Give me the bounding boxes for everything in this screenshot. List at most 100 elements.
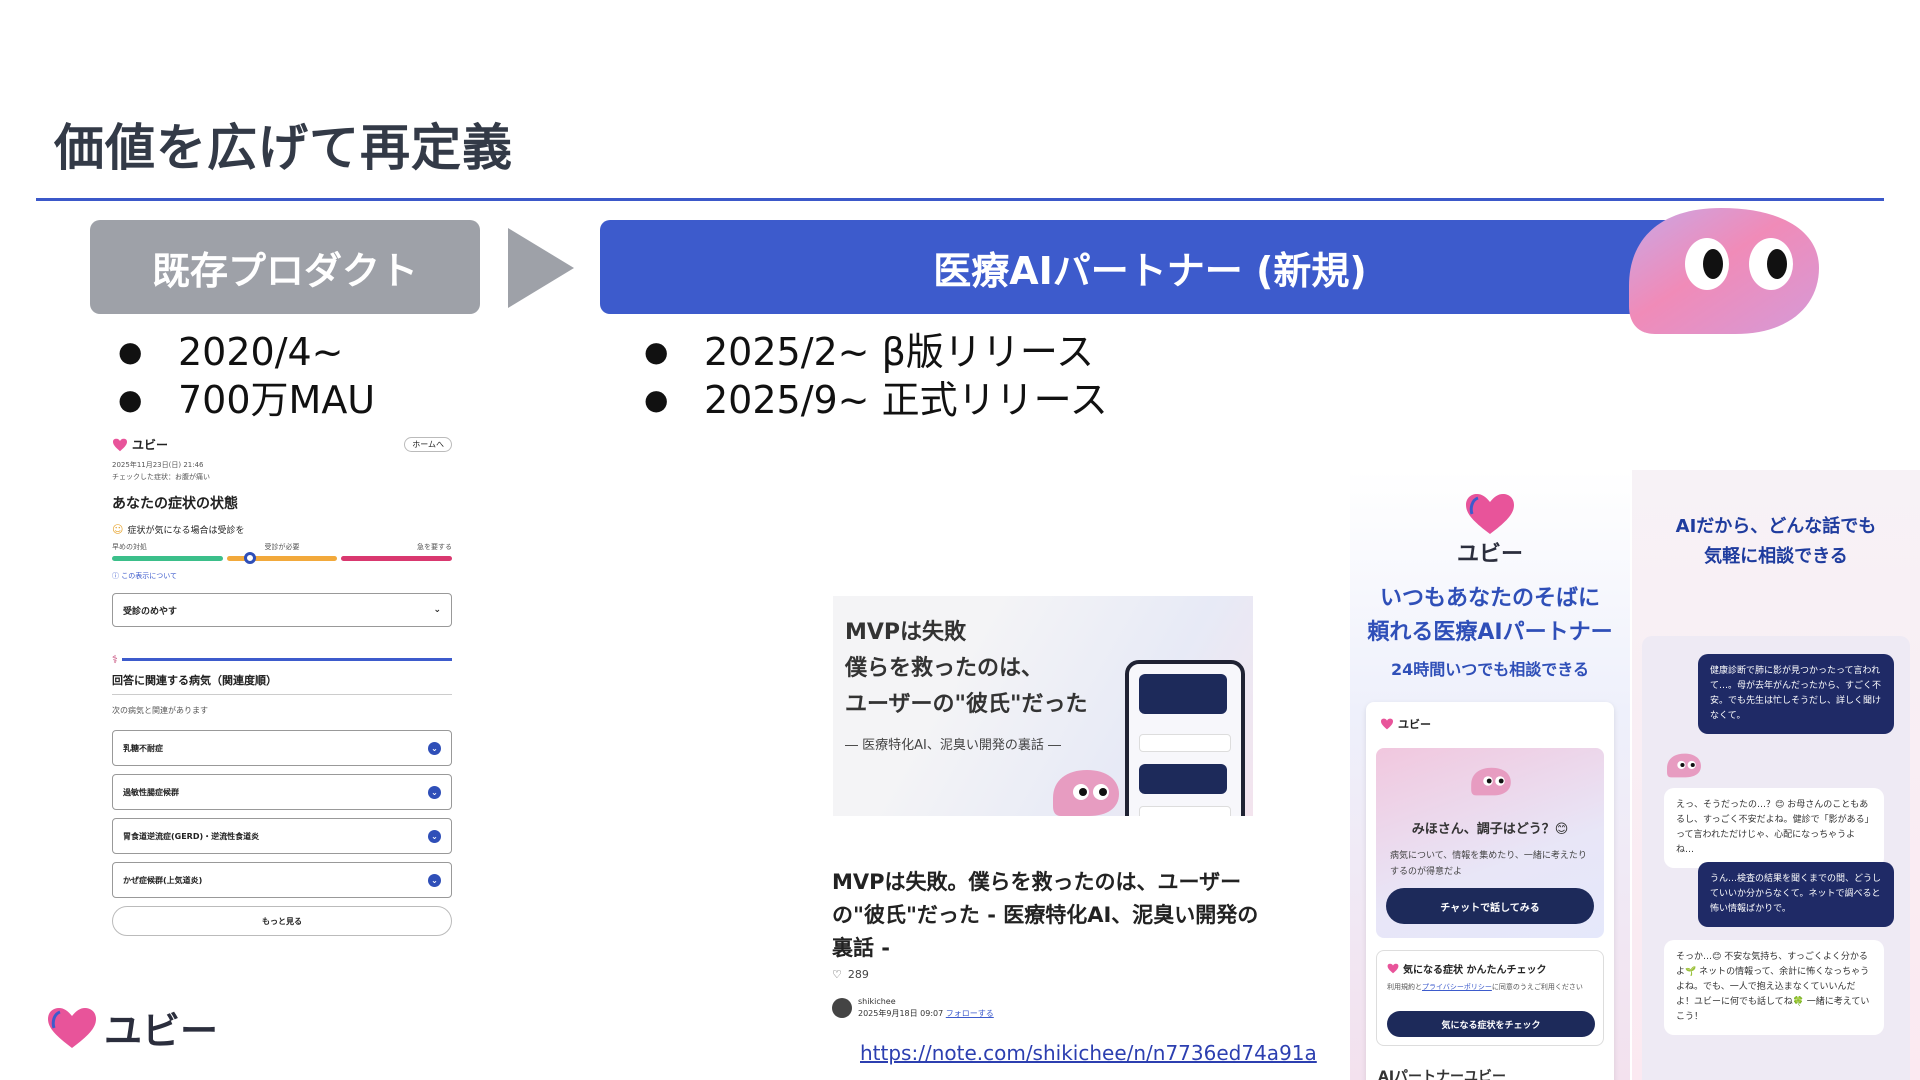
expand-icon: ⌄	[428, 829, 441, 843]
avatar[interactable]	[832, 998, 852, 1018]
related-diseases-title: 回答に関連する病気（関連度順）	[112, 672, 452, 695]
expand-icon: ⌄	[428, 785, 441, 799]
article-author: shikichee 2025年9月18日 09:07 フォローする	[832, 996, 994, 1020]
like-count: 289	[847, 968, 869, 981]
card-brand: ユビー	[1380, 716, 1431, 732]
ubie-mascot-icon	[1629, 208, 1819, 334]
existing-bullets: 2020/4~ 700万MAU	[118, 328, 375, 424]
thumbnail-line: MVPは失敗	[845, 620, 967, 645]
expand-icon: ⌄	[428, 741, 441, 755]
ubie-mascot-icon	[1053, 770, 1119, 816]
chat-bubble	[1139, 806, 1231, 816]
scale-label-early: 早めの対処	[112, 543, 147, 551]
home-button[interactable]: ホームへ	[404, 437, 452, 452]
disease-item[interactable]: 胃食道逆流症(GERD)・逆流性食道炎 ⌄	[112, 818, 452, 854]
promo-brand: ユビー	[1350, 492, 1630, 568]
severity-scale-labels: 早めの対処 受診が必要 急を要する	[112, 542, 452, 552]
about-display-link[interactable]: この表示について	[121, 572, 177, 580]
heart-logo-icon	[48, 1007, 96, 1048]
show-more-button[interactable]: もっと見る	[112, 906, 452, 936]
checked-symptom: チェックした症状：お腹が痛い	[112, 473, 210, 481]
disease-list: 乳糖不耐症 ⌄ 過敏性腸症候群 ⌄ 胃食道逆流症(GERD)・逆流性食道炎 ⌄ かぜ症…	[112, 730, 452, 898]
publish-date: 2025年9月18日 09:07	[858, 1009, 944, 1018]
expand-icon: ⌄	[428, 873, 441, 887]
arrow-right-icon	[508, 228, 574, 308]
visit-guide-dropdown[interactable]: 受診のめやす ⌄	[112, 593, 452, 627]
chat-message-ai: そっか…😊 不安な気持ち、すっごくよく分かるよ🌱 ネットの情報って、余計に怖くな…	[1664, 940, 1884, 1035]
thumbnail-phone	[1125, 660, 1245, 816]
thumbnail-line: ユーザーの"彼氏"だった	[845, 692, 1088, 717]
bullet-mau: 700万MAU	[118, 376, 375, 424]
heart-logo-icon	[1466, 494, 1514, 534]
brand-name: ユビー	[1456, 542, 1523, 567]
symptom-check-title: 気になる症状 かんたんチェック	[1403, 965, 1547, 976]
ubie-logo: ユビー	[46, 1000, 218, 1055]
check-date: 2025年11月23日(日) 21:46	[112, 461, 204, 469]
section-progress-line	[121, 658, 452, 661]
disease-item[interactable]: 過敏性腸症候群 ⌄	[112, 774, 452, 810]
ubie-brand: ユビー	[112, 436, 168, 453]
greeting-card: みほさん、調子はどう？😊 病気について、情報を集めたり、一緒に考えたりするのが得…	[1376, 748, 1604, 938]
slide-title: 価値を広げて再定義	[54, 119, 513, 177]
thumbnail-subtitle: ― 医療特化AI、泥臭い開発の裏話 ―	[845, 738, 1061, 753]
title-divider	[36, 198, 1884, 201]
chat-headline-line: 気軽に相談できる	[1704, 546, 1848, 567]
chat-message-user: 健康診断で肺に影が見つかったって言われて…。母が去年がんだったから、すごく不安。…	[1698, 654, 1894, 734]
advice-text: 症状が気になる場合は受診を	[127, 526, 245, 536]
chat-headline-line: AIだから、どんな話でも	[1675, 516, 1877, 537]
bullet-official-release: 2025/9~ 正式リリース	[644, 376, 1108, 424]
heart-logo-icon	[1381, 718, 1393, 730]
disease-item[interactable]: かぜ症候群(上気道炎) ⌄	[112, 862, 452, 898]
disease-item[interactable]: 乳糖不耐症 ⌄	[112, 730, 452, 766]
chat-bubble	[1139, 734, 1231, 752]
bullet-beta-release: 2025/2~ β版リリース	[644, 328, 1108, 376]
related-diseases-subtitle: 次の病気と関連があります	[112, 706, 208, 715]
existing-product-label: 既存プロダクト	[90, 220, 480, 314]
symptom-check-card: 気になる症状 かんたんチェック 利用規約とプライバシーポリシーに同意のうえご利用…	[1376, 950, 1604, 1046]
promo-subheadline: 24時間いつでも相談できる	[1391, 660, 1589, 679]
brand-name: ユビー	[1398, 718, 1431, 731]
article-url-link[interactable]: https://note.com/shikichee/n/n7736ed74a9…	[860, 1041, 1317, 1065]
bullet-launch-date: 2020/4~	[118, 328, 375, 376]
chat-promo-panel: AIだから、どんな話でも 気軽に相談できる 健康診断で肺に影が見つかったって言わ…	[1632, 470, 1920, 1080]
app-home-card: ユビー みほさん、調子はどう？😊 病気について、情報を集めたり、一緒に考えたりす…	[1366, 702, 1614, 1080]
chat-message-ai: えっ、そうだったの…？😊 お母さんのこともあるし、すっごく不安だよね。健診で「影…	[1664, 788, 1884, 868]
app-promo-panel: ユビー いつもあなたのそばに 頼れる医療AIパートナー 24時間いつでも相談でき…	[1350, 470, 1630, 1080]
heart-logo-icon	[1387, 963, 1399, 974]
symptom-check-screenshot: ユビー ホームへ 2025年11月23日(日) 21:46 チェックした症状：お…	[112, 436, 453, 956]
symptom-status-heading: あなたの症状の状態	[112, 496, 238, 512]
article-thumbnail[interactable]: MVPは失敗 僕らを救ったのは、 ユーザーの"彼氏"だった ― 医療特化AI、泥…	[833, 596, 1253, 816]
privacy-policy-link[interactable]: プライバシーポリシー	[1422, 983, 1492, 991]
check-symptom-button[interactable]: 気になる症状をチェック	[1387, 1011, 1595, 1037]
brand-name: ユビー	[104, 1009, 219, 1053]
ubie-mascot-icon	[1471, 767, 1511, 796]
heart-logo-icon	[113, 438, 127, 451]
thumbnail-line: 僕らを救ったのは、	[845, 656, 1044, 681]
promo-headline-line: いつもあなたのそばに	[1379, 586, 1600, 611]
stethoscope-icon: ⚕	[112, 653, 118, 666]
greeting-text: みほさん、調子はどう？😊	[1411, 822, 1569, 837]
chevron-down-icon: ⌄	[433, 605, 441, 615]
article-title[interactable]: MVPは失敗。僕らを救ったのは、ユーザーの"彼氏"だった - 医療特化AI、泥臭…	[832, 866, 1262, 965]
scale-label-visit: 受診が必要	[264, 543, 300, 551]
info-icon: ⓘ	[112, 572, 119, 580]
chat-bubble	[1139, 674, 1227, 714]
chat-message-user: うん…検査の結果を聞くまでの間、どうしていいか分からなくて。ネットで調べると怖い…	[1698, 862, 1894, 927]
author-name[interactable]: shikichee	[858, 996, 994, 1008]
chat-bubble	[1139, 764, 1227, 794]
new-product-bullets: 2025/2~ β版リリース 2025/9~ 正式リリース	[644, 328, 1108, 424]
brand-name: ユビー	[132, 438, 169, 452]
promo-footer-text: AIパートナーユビー	[1378, 1069, 1507, 1080]
follow-link[interactable]: フォローする	[946, 1009, 994, 1018]
severity-scale-bar	[112, 552, 453, 564]
article-likes: ♡ 289	[832, 968, 869, 981]
heart-outline-icon[interactable]: ♡	[832, 968, 842, 981]
ubie-mascot-icon	[1667, 753, 1701, 778]
chat-headline: AIだから、どんな話でも 気軽に相談できる	[1632, 512, 1920, 572]
promo-headline-line: 頼れる医療AIパートナー	[1367, 620, 1613, 645]
terms-note: 利用規約とプライバシーポリシーに同意のうえご利用ください	[1387, 983, 1583, 991]
scale-label-urgent: 急を要する	[417, 543, 452, 551]
start-chat-button[interactable]: チャットで話してみる	[1386, 888, 1594, 924]
new-product-label: 医療AIパートナー (新規)	[600, 220, 1700, 314]
smile-icon: ☺	[112, 523, 124, 536]
